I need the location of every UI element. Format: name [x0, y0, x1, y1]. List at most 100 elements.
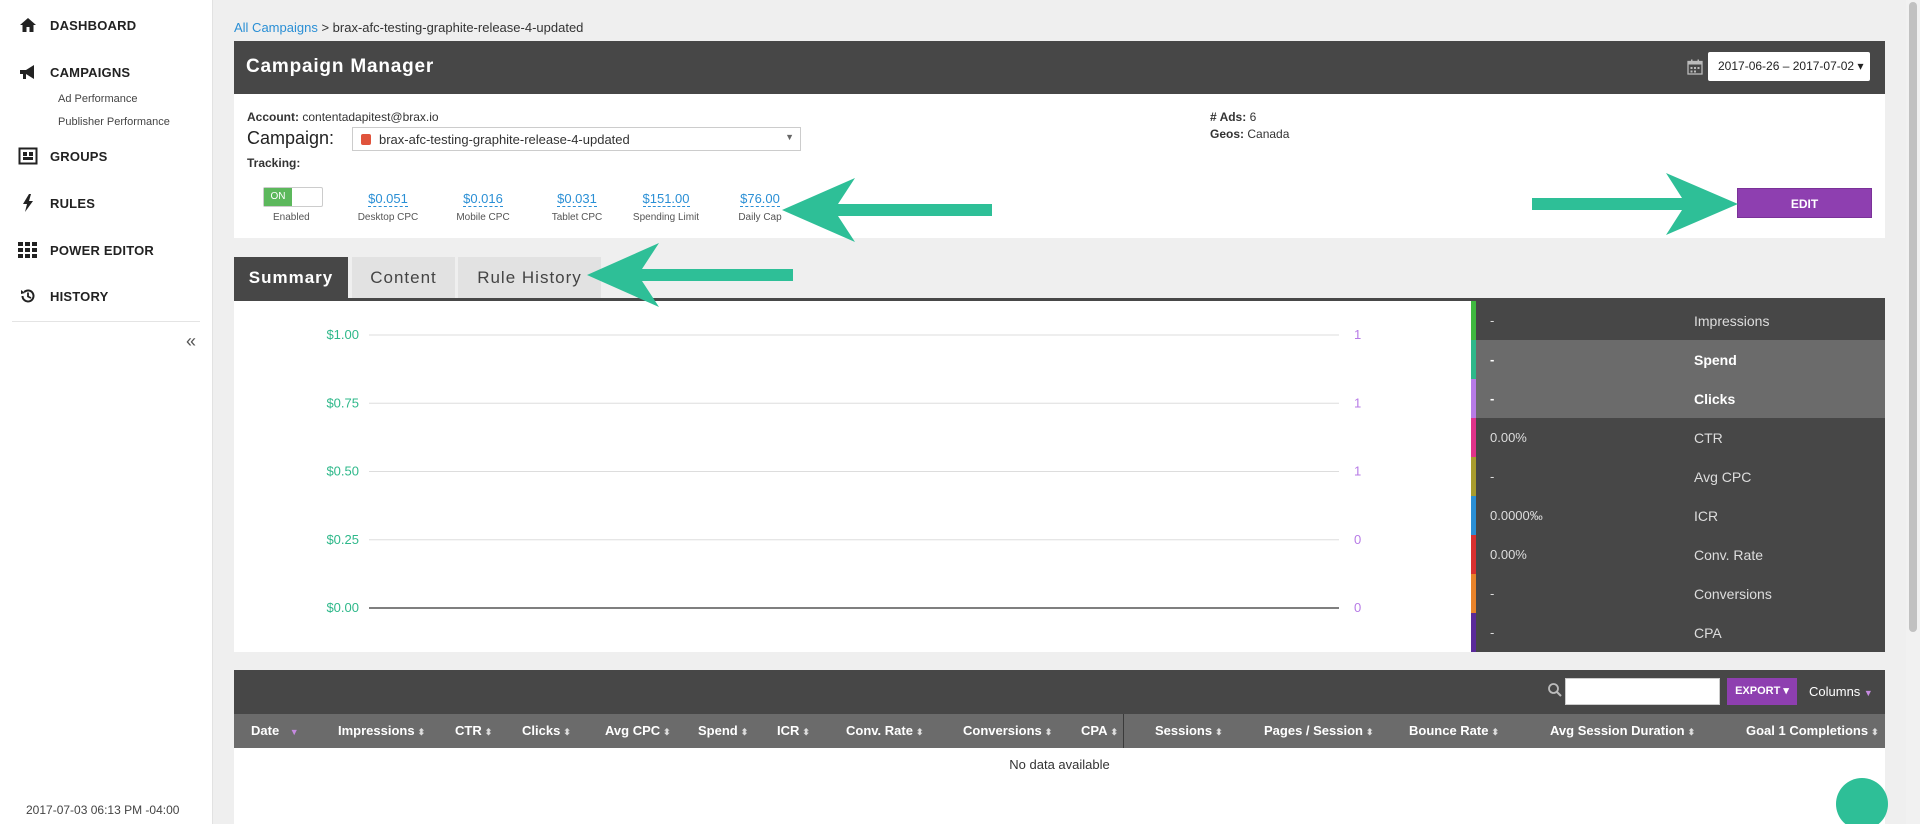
breadcrumb-all-campaigns-link[interactable]: All Campaigns [234, 20, 318, 35]
metric-color-bar [1471, 457, 1476, 496]
nav-power-editor[interactable]: POWER EDITOR [0, 236, 213, 264]
metric-color-bar [1471, 496, 1476, 535]
tab-summary[interactable]: Summary [234, 257, 348, 298]
table-header-cell[interactable]: ICR ⬍ [777, 714, 810, 748]
sort-icon: ⬍ [1491, 727, 1500, 737]
metric-name: CPA [1694, 625, 1722, 641]
daily-cap-value[interactable]: $76.00 [740, 191, 780, 207]
lightning-icon [17, 192, 39, 214]
table-header-cell[interactable]: Date ▼ [251, 714, 299, 748]
table-body: No data available [234, 748, 1885, 824]
nav-groups[interactable]: GROUPS [0, 142, 213, 170]
summary-metric-row[interactable]: - Conversions [1471, 574, 1885, 613]
summary-metric-row[interactable]: - Clicks [1471, 379, 1885, 418]
nav-campaigns[interactable]: CAMPAIGNS [0, 58, 213, 86]
export-button[interactable]: EXPORT ▾ [1727, 678, 1797, 705]
help-chat-button[interactable] [1836, 778, 1888, 824]
nav-rules[interactable]: RULES [0, 189, 213, 217]
date-range-picker[interactable]: 2017-06-26 – 2017-07-02 ▾ [1708, 52, 1870, 81]
sort-icon: ⬍ [915, 727, 924, 737]
grid-icon [17, 239, 39, 261]
nav-power-editor-label: POWER EDITOR [50, 242, 155, 258]
table-header-cell[interactable]: CPA ⬍ [1081, 714, 1118, 748]
tablet-cpc-value[interactable]: $0.031 [557, 191, 597, 207]
table-header-cell[interactable]: Clicks ⬍ [522, 714, 571, 748]
edit-button[interactable]: EDIT [1737, 188, 1872, 218]
tab-rule-history[interactable]: Rule History [458, 257, 601, 298]
calendar-icon[interactable] [1687, 59, 1703, 75]
metric-value: - [1490, 586, 1495, 601]
summary-metric-row[interactable]: 0.00% Conv. Rate [1471, 535, 1885, 574]
summary-metric-row[interactable]: 0.0000‰ ICR [1471, 496, 1885, 535]
table-header-cell[interactable]: Avg Session Duration ⬍ [1550, 714, 1695, 748]
sort-icon: ⬍ [663, 727, 671, 737]
metric-color-bar [1471, 535, 1476, 574]
table-header-label: Spend [698, 723, 738, 738]
metric-name: ICR [1694, 508, 1719, 524]
nav-history-label: HISTORY [50, 288, 109, 304]
nav-rules-label: RULES [50, 195, 96, 211]
tracking-label: Tracking: [247, 156, 301, 170]
metric-color-bar [1471, 418, 1476, 457]
sort-icon: ⬍ [802, 727, 810, 737]
metric-color-bar [1471, 301, 1476, 340]
sort-icon: ⬍ [563, 727, 571, 737]
metric-value: 0.00% [1490, 430, 1527, 445]
tablet-cpc-metric: $0.031 Tablet CPC [545, 190, 609, 223]
metric-name: Conv. Rate [1694, 547, 1763, 563]
table-header-cell[interactable]: Conv. Rate ⬍ [846, 714, 923, 748]
table-header-cell[interactable]: Pages / Session ⬍ [1264, 714, 1374, 748]
table-header-cell[interactable]: Conversions ⬍ [963, 714, 1052, 748]
desktop-cpc-value[interactable]: $0.051 [368, 191, 408, 207]
campaign-status-icon [361, 134, 371, 145]
table-header-label: Avg CPC [605, 723, 661, 738]
sort-icon: ⬍ [1366, 727, 1374, 737]
table-header-label: ICR [777, 723, 800, 738]
nav-ad-performance[interactable]: Ad Performance [58, 93, 137, 105]
account-line: Account: contentadapitest@brax.io [247, 110, 439, 124]
table-header-cell[interactable]: Goal 1 Completions ⬍ [1746, 714, 1879, 748]
home-icon [17, 14, 39, 36]
chart-right-tick-label: 1 [1354, 395, 1361, 410]
desktop-cpc-caption: Desktop CPC [357, 212, 419, 223]
campaign-manager-header: Campaign Manager 2017-06-26 – 2017-07-02… [234, 41, 1885, 94]
table-header-label: Sessions [1155, 723, 1213, 738]
collapse-sidebar-button[interactable]: « [186, 331, 202, 351]
tab-content[interactable]: Content [352, 257, 455, 298]
geos-line: Geos: Canada [1210, 127, 1289, 141]
table-header-cell[interactable]: Bounce Rate ⬍ [1409, 714, 1499, 748]
columns-button[interactable]: Columns ▼ [1809, 684, 1873, 699]
table-header-cell[interactable]: Avg CPC ⬍ [605, 714, 671, 748]
page-scrollbar[interactable] [1906, 0, 1920, 824]
table-header-cell[interactable]: Impressions ⬍ [338, 714, 425, 748]
mobile-cpc-metric: $0.016 Mobile CPC [451, 190, 515, 223]
summary-metric-row[interactable]: - CPA [1471, 613, 1885, 652]
summary-metric-row[interactable]: - Spend [1471, 340, 1885, 379]
account-value: contentadapitest@brax.io [302, 110, 439, 124]
nav-history[interactable]: HISTORY [0, 282, 213, 310]
scrollbar-thumb[interactable] [1909, 2, 1917, 632]
campaign-select[interactable]: brax-afc-testing-graphite-release-4-upda… [352, 127, 801, 151]
nav-publisher-performance[interactable]: Publisher Performance [58, 116, 170, 128]
chevron-down-icon: ▼ [785, 132, 794, 142]
enabled-toggle[interactable]: ON [263, 187, 323, 207]
nav-dashboard[interactable]: DASHBOARD [0, 11, 213, 39]
spending-limit-value[interactable]: $151.00 [642, 191, 690, 207]
metric-value: - [1490, 469, 1495, 484]
metric-name: Conversions [1694, 586, 1772, 602]
summary-metric-row[interactable]: - Avg CPC [1471, 457, 1885, 496]
summary-metric-row[interactable]: 0.00% CTR [1471, 418, 1885, 457]
chevron-down-icon: ▼ [1863, 688, 1873, 698]
table-header-cell[interactable]: Spend ⬍ [698, 714, 748, 748]
table-header-cell[interactable]: Sessions ⬍ [1155, 714, 1223, 748]
table-header-label: Date [251, 723, 280, 738]
table-header-label: Bounce Rate [1409, 723, 1489, 738]
summary-metric-row[interactable]: - Impressions [1471, 301, 1885, 340]
table-search-input[interactable] [1565, 678, 1720, 705]
chart-svg: $1.00 1 $0.75 1 $0.50 1 $0.25 0 $0.00 0 [326, 327, 1361, 615]
sort-icon: ⬍ [1215, 727, 1223, 737]
metric-value: 0.00% [1490, 547, 1527, 562]
table-header-cell[interactable]: CTR ⬍ [455, 714, 492, 748]
mobile-cpc-value[interactable]: $0.016 [463, 191, 503, 207]
sort-icon: ⬍ [417, 727, 426, 737]
